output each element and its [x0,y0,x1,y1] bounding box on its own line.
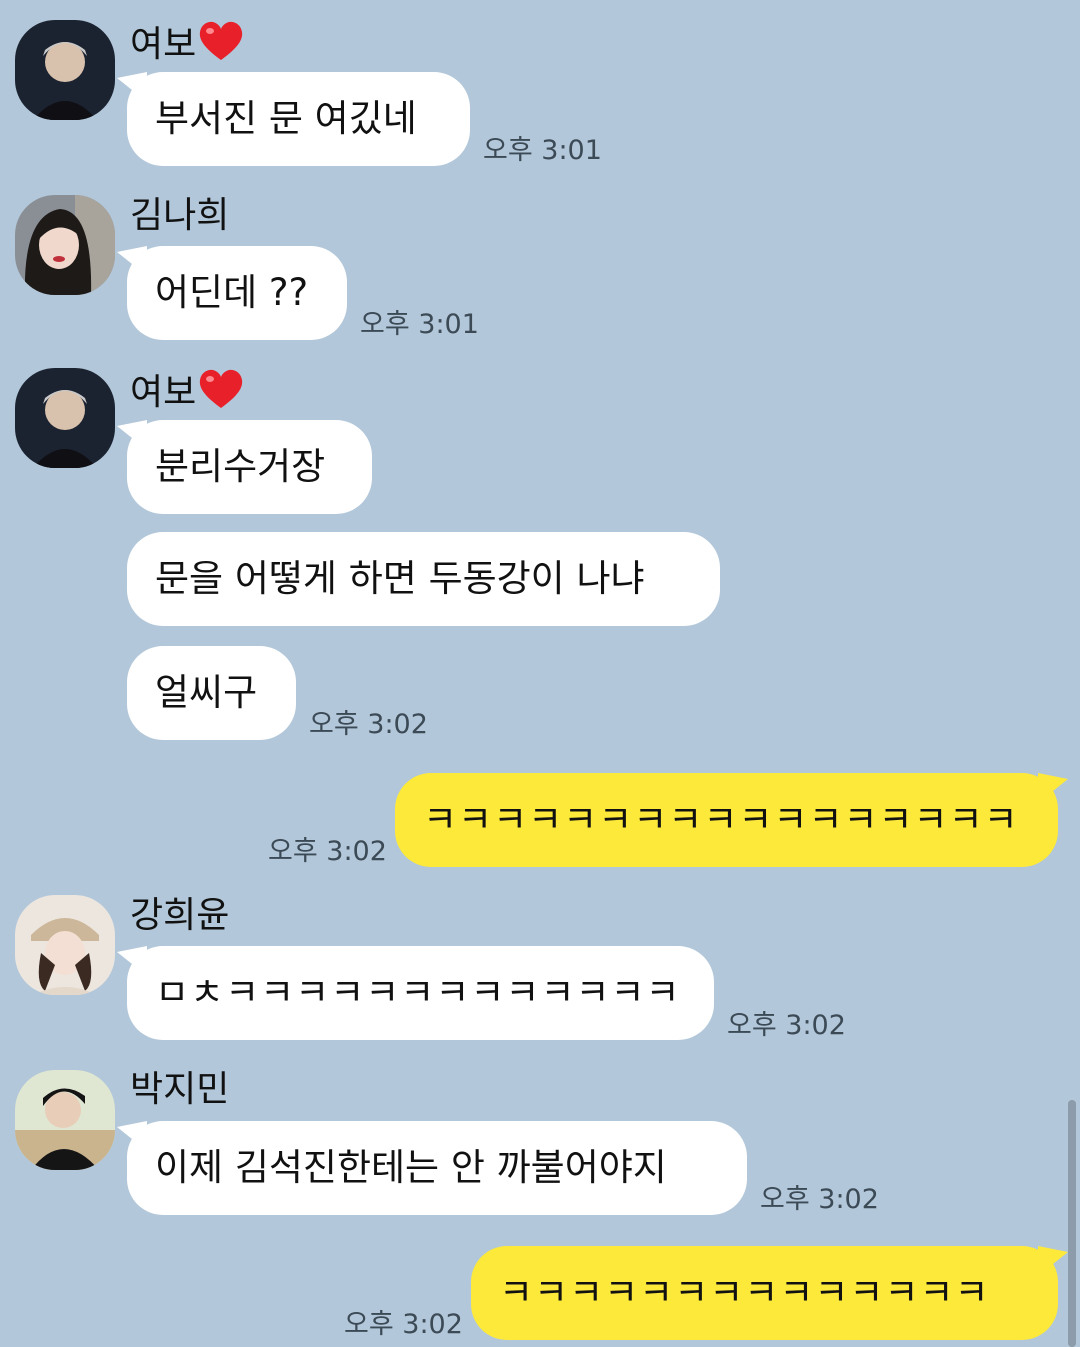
bubble-tail [117,246,147,276]
message-time: 오후 3:02 [760,1184,879,1215]
message-bubble[interactable]: ㅁㅊㅋㅋㅋㅋㅋㅋㅋㅋㅋㅋㅋㅋㅋ [117,946,714,1040]
message-time: 오후 3:02 [309,709,428,740]
heart-icon [198,368,244,410]
bubble-tail [117,72,147,102]
message-bubble[interactable]: 이제 김석진한테는 안 까불어야지 [117,1121,747,1215]
message-text: 문을 어떻게 하면 두동강이 나냐 [155,557,645,600]
sender-name: 강희윤 [130,895,230,936]
message-bubble-outgoing[interactable]: ㅋㅋㅋㅋㅋㅋㅋㅋㅋㅋㅋㅋㅋㅋㅋㅋㅋ [395,773,1068,867]
scrollbar[interactable] [1068,1100,1076,1347]
message-text: ㅁㅊㅋㅋㅋㅋㅋㅋㅋㅋㅋㅋㅋㅋㅋ [155,971,681,1014]
message-bubble[interactable]: 분리수거장 [117,420,372,514]
sender-name: 김나희 [130,195,230,236]
avatar-yeobo[interactable] [15,20,115,120]
message-bubble[interactable]: 부서진 문 여깄네 [117,72,470,166]
avatar-kangheeyoon[interactable] [15,895,115,995]
bubble-tail [1038,1246,1068,1276]
message-time: 오후 3:01 [360,309,479,340]
bubble-tail [1038,773,1068,803]
message-bubble-outgoing[interactable]: ㅋㅋㅋㅋㅋㅋㅋㅋㅋㅋㅋㅋㅋㅋ [471,1246,1068,1340]
avatar-parkjimin[interactable] [15,1070,115,1170]
sender-name: 여보 [130,20,244,67]
message-bubble[interactable]: 문을 어떻게 하면 두동강이 나냐 [127,532,720,626]
message-text: ㅋㅋㅋㅋㅋㅋㅋㅋㅋㅋㅋㅋㅋㅋㅋㅋㅋ [423,798,1019,841]
message-text: ㅋㅋㅋㅋㅋㅋㅋㅋㅋㅋㅋㅋㅋㅋ [499,1271,990,1314]
message-text: 어딘데 ?? [155,271,309,314]
message-text: 부서진 문 여깄네 [155,97,417,140]
sender-name: 박지민 [130,1069,230,1110]
message-time: 오후 3:02 [727,1010,846,1041]
message-text: 얼씨구 [155,671,258,714]
sender-name: 여보 [130,368,244,415]
bubble-tail [117,1121,147,1151]
avatar-yeobo[interactable] [15,368,115,468]
bubble-tail [117,420,147,450]
message-time: 오후 3:02 [344,1309,463,1340]
heart-icon [198,20,244,62]
avatar-kimnahee[interactable] [15,195,115,295]
bubble-tail [117,946,147,976]
message-time: 오후 3:02 [268,836,387,867]
message-bubble[interactable]: 얼씨구 [127,646,296,740]
message-bubble[interactable]: 어딘데 ?? [117,246,347,340]
message-text: 분리수거장 [155,445,326,488]
message-time: 오후 3:01 [483,135,602,166]
message-text: 이제 김석진한테는 안 까불어야지 [155,1146,667,1189]
